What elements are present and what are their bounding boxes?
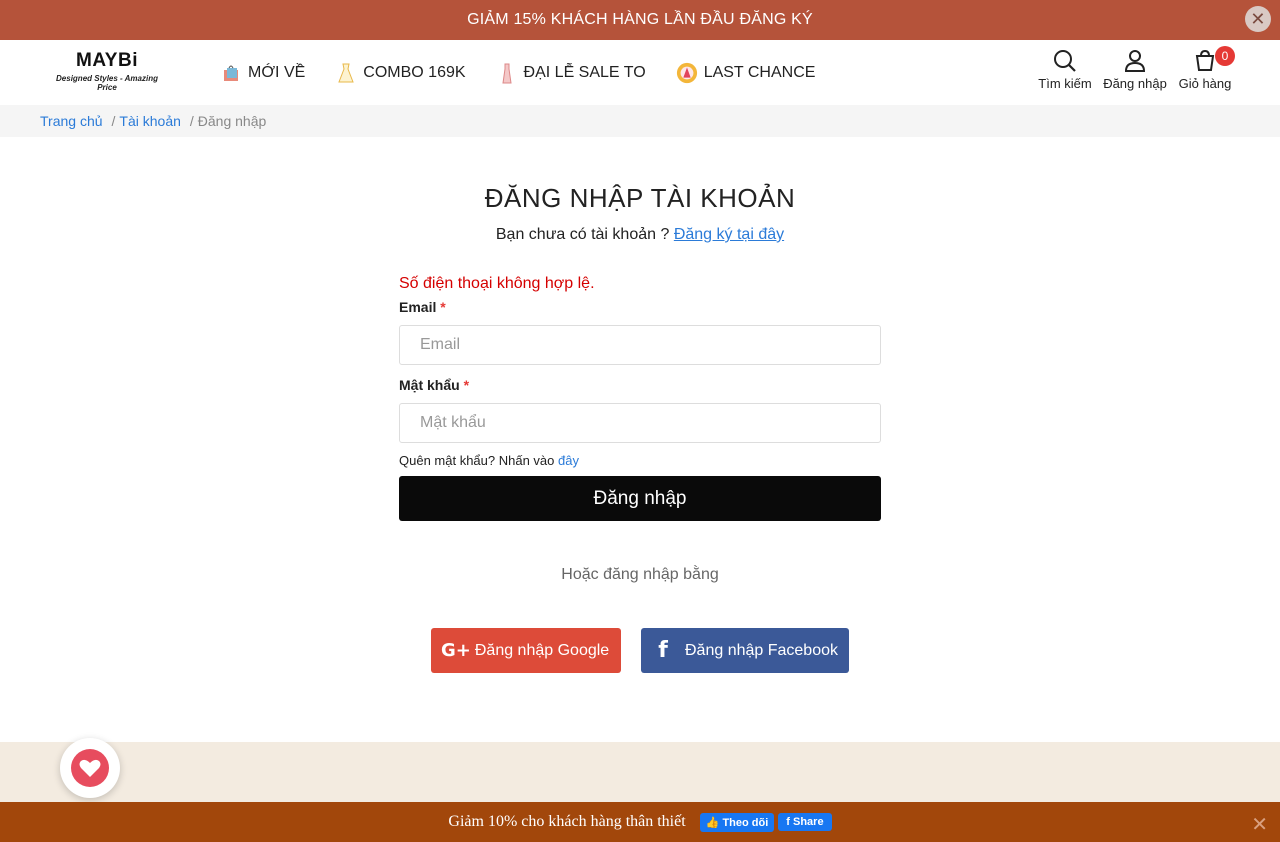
- search-label: Tìm kiếm: [1038, 76, 1092, 91]
- facebook-icon: f: [658, 638, 668, 663]
- email-label-text: Email: [399, 299, 437, 315]
- breadcrumb-separator: /: [189, 113, 194, 129]
- google-plus-icon: G+: [441, 640, 471, 661]
- site-header: MAYBi Designed Styles - Amazing Price MỚ…: [0, 40, 1280, 105]
- badge-icon: [676, 62, 698, 84]
- forgot-text: Quên mật khẩu? Nhấn vào: [399, 453, 555, 468]
- login-button[interactable]: Đăng nhập: [1100, 48, 1170, 91]
- cart-count-badge: 0: [1215, 46, 1235, 66]
- nav-label: ĐẠI LỄ SALE TO: [523, 63, 646, 81]
- google-login-label: Đăng nhập Google: [474, 641, 610, 659]
- search-icon: [1054, 50, 1076, 72]
- nav-label: LAST CHANCE: [703, 63, 816, 81]
- fb-share-button[interactable]: f Share: [778, 813, 832, 831]
- breadcrumb-separator: /: [111, 113, 116, 129]
- bottom-promo-text: Giảm 10% cho khách hàng thân thiết: [448, 813, 686, 830]
- login-submit-button[interactable]: Đăng nhập: [399, 476, 881, 521]
- nav-label: COMBO 169K: [363, 63, 466, 81]
- required-mark: *: [440, 299, 446, 315]
- thumbs-up-icon: 👍: [705, 816, 720, 829]
- nav-item-sale[interactable]: ĐẠI LỄ SALE TO: [496, 62, 646, 84]
- nav-item-new[interactable]: MỚI VỀ: [220, 62, 305, 84]
- dress-icon: [335, 62, 357, 84]
- login-label: Đăng nhập: [1103, 76, 1167, 91]
- shopping-bag-icon: [220, 62, 242, 84]
- bottom-promo-bar: Giảm 10% cho khách hàng thân thiết 👍 The…: [0, 802, 1280, 842]
- password-field[interactable]: [399, 403, 881, 443]
- login-form: Số điện thoại không hợp lệ. Email * Mật …: [399, 275, 881, 521]
- google-login-button[interactable]: G+ Đăng nhập Google: [431, 628, 621, 673]
- follow-label: Theo dõi: [722, 816, 769, 829]
- logo-tagline: Designed Styles - Amazing Price: [56, 74, 158, 92]
- dress-icon: [496, 62, 518, 84]
- cart-label: Giỏ hàng: [1178, 76, 1232, 91]
- breadcrumb: Trang chủ / Tài khoản / Đăng nhập: [0, 105, 1280, 137]
- cart-button[interactable]: Giỏ hàng 0: [1170, 46, 1240, 91]
- facebook-login-label: Đăng nhập Facebook: [685, 641, 838, 659]
- breadcrumb-home[interactable]: Trang chủ: [40, 113, 103, 129]
- password-label: Mật khẩu *: [399, 377, 881, 393]
- breadcrumb-account[interactable]: Tài khoản: [119, 113, 180, 129]
- register-prompt: Bạn chưa có tài khoản ? Đăng ký tại đây: [0, 226, 1280, 244]
- promo-bar: GIẢM 15% KHÁCH HÀNG LẦN ĐẦU ĐĂNG KÝ ✕: [0, 0, 1280, 40]
- close-icon[interactable]: ✕: [1251, 812, 1268, 837]
- register-link[interactable]: Đăng ký tại đây: [674, 226, 784, 243]
- promo-text: GIẢM 15% KHÁCH HÀNG LẦN ĐẦU ĐĂNG KÝ: [467, 11, 813, 28]
- required-mark: *: [463, 377, 470, 393]
- wishlist-button[interactable]: [60, 738, 120, 798]
- share-label: Share: [793, 816, 824, 828]
- close-icon[interactable]: ✕: [1245, 6, 1271, 32]
- register-prompt-text: Bạn chưa có tài khoản ?: [495, 226, 670, 243]
- fb-follow-button[interactable]: 👍 Theo dõi: [699, 812, 775, 832]
- logo-text: MAYBi: [76, 50, 138, 71]
- user-icon: [1124, 50, 1146, 72]
- facebook-login-button[interactable]: f Đăng nhập Facebook: [641, 628, 849, 673]
- cart-icon: [1195, 49, 1215, 71]
- social-login: G+ Đăng nhập Google f Đăng nhập Facebook: [0, 628, 1280, 673]
- page-title: ĐĂNG NHẬP TÀI KHOẢN: [484, 183, 796, 213]
- heart-icon: [71, 749, 109, 787]
- or-text: Hoặc đăng nhập bằng: [561, 566, 719, 583]
- search-button[interactable]: Tìm kiếm: [1030, 48, 1100, 91]
- main-nav: MỚI VỀ COMBO 169K ĐẠI LỄ SALE TO LAST CH…: [220, 40, 845, 105]
- forgot-password: Quên mật khẩu? Nhấn vào đây: [399, 453, 881, 468]
- nav-item-last-chance[interactable]: LAST CHANCE: [676, 62, 816, 84]
- forgot-link[interactable]: đây: [558, 453, 579, 468]
- nav-item-combo[interactable]: COMBO 169K: [335, 62, 466, 84]
- error-message: Số điện thoại không hợp lệ.: [399, 275, 595, 292]
- logo[interactable]: MAYBi Designed Styles - Amazing Price: [46, 50, 168, 94]
- header-actions: Tìm kiếm Đăng nhập Giỏ hàng 0: [1030, 46, 1240, 91]
- email-field[interactable]: [399, 325, 881, 365]
- email-label: Email *: [399, 299, 881, 315]
- footer-band: [0, 742, 1280, 802]
- breadcrumb-current: Đăng nhập: [197, 113, 267, 129]
- facebook-icon: f: [786, 816, 790, 828]
- password-label-text: Mật khẩu: [399, 377, 460, 393]
- nav-label: MỚI VỀ: [248, 63, 306, 81]
